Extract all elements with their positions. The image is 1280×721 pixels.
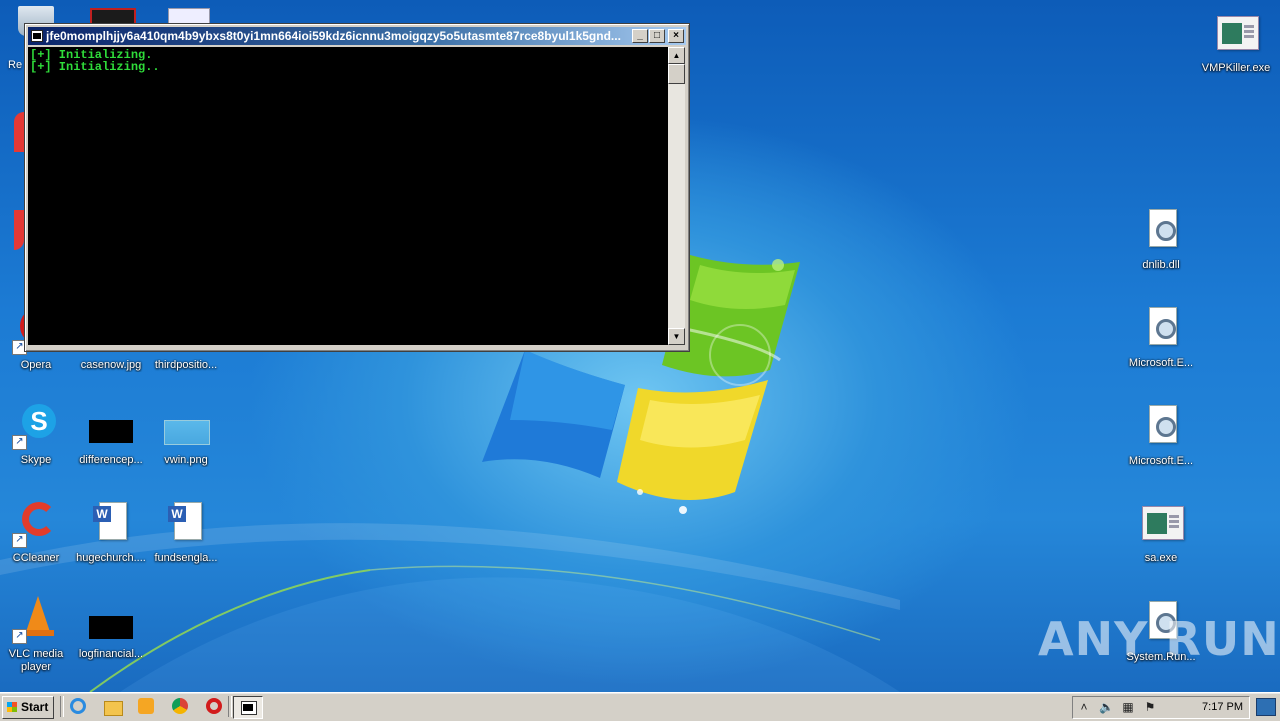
desktop-icon-label: vwin.png <box>164 454 208 466</box>
network-icon[interactable]: ▦ <box>1121 701 1135 714</box>
app-shortcut-icon[interactable] <box>14 112 24 152</box>
chrome-shortcut-icon[interactable] <box>14 210 24 250</box>
dll-icon <box>1137 403 1185 451</box>
shortcut-arrow-icon: ↗ <box>12 533 27 548</box>
desktop-icon-label: sa.exe <box>1144 552 1178 564</box>
console-window[interactable]: jfe0momplhjjy6a410qm4b9ybxs8t0yi1mn664io… <box>24 23 690 352</box>
desktop-icon-dnlib[interactable]: dnlib.dll <box>1123 207 1199 272</box>
system-tray: ˄ 🔈 ▦ ⚑ 7:17 PM <box>1072 696 1250 719</box>
desktop-icon-vwin[interactable]: vwin.png <box>148 402 224 467</box>
scroll-up-button[interactable]: ▲ <box>668 47 685 64</box>
taskbar-separator <box>60 696 64 717</box>
exe-icon <box>1212 10 1260 58</box>
start-label: Start <box>21 700 49 714</box>
desktop-icon-label: VMPKiller.exe <box>1201 62 1271 74</box>
desktop-icon-label: differencep... <box>79 454 143 466</box>
explorer-folder-icon[interactable] <box>104 698 123 716</box>
chrome-icon[interactable] <box>172 698 190 716</box>
windows-flag-icon <box>7 702 17 712</box>
image-icon <box>87 596 135 644</box>
desktop-icon-label: casenow.jpg <box>80 359 142 371</box>
desktop-icon-label: dnlib.dll <box>1142 259 1180 271</box>
action-center-flag-icon[interactable]: ⚑ <box>1143 701 1157 714</box>
taskbar-separator <box>228 696 232 717</box>
opera-icon[interactable] <box>206 698 224 716</box>
show-desktop-icon[interactable] <box>1256 698 1276 716</box>
desktop-icon-label: thirdpositio... <box>154 359 218 371</box>
desktop-icon-label: CCleaner <box>12 552 60 564</box>
chevron-up-icon[interactable]: ˄ <box>1077 701 1091 714</box>
exe-icon <box>1137 500 1185 548</box>
desktop-icon-label: Microsoft.E... <box>1128 455 1194 467</box>
maximize-button[interactable]: □ <box>649 29 665 43</box>
desktop-icon-label: Microsoft.E... <box>1128 357 1194 369</box>
desktop-icon-microsoft-e-2[interactable]: Microsoft.E... <box>1123 403 1199 468</box>
dll-icon <box>1137 305 1185 353</box>
console-output[interactable]: [+] Initializing. [+] Initializing.. <box>28 47 668 345</box>
desktop-icon-label: VLC media player <box>8 648 64 673</box>
taskbar-console-button[interactable] <box>233 696 263 719</box>
desktop-icon-skype[interactable]: S ↗ Skype <box>0 402 74 467</box>
image-icon <box>87 402 135 450</box>
desktop-icon-fundsengla[interactable]: W fundsengla... <box>148 500 224 565</box>
ie-icon[interactable] <box>70 698 88 716</box>
word-document-icon: W <box>87 500 135 548</box>
ccleaner-icon: ↗ <box>12 500 60 548</box>
console-icon <box>31 30 43 42</box>
desktop-icon-differencep[interactable]: differencep... <box>73 402 149 467</box>
start-button[interactable]: Start <box>2 696 54 719</box>
desktop-icon-label: Opera <box>20 359 52 371</box>
desktop-icon-label: Skype <box>20 454 52 466</box>
minimize-button[interactable]: _ <box>632 29 648 43</box>
desktop-icon-logfinancial[interactable]: logfinancial... <box>73 596 149 661</box>
console-line: [+] Initializing.. <box>30 60 160 74</box>
desktop-icon-label: hugechurch.... <box>76 552 146 564</box>
desktop-icon-label: Re <box>8 59 23 71</box>
desktop-icon-ccleaner[interactable]: ↗ CCleaner <box>0 500 74 565</box>
desktop-icon-sa-exe[interactable]: sa.exe <box>1123 500 1199 565</box>
desktop-icon-hugechurch[interactable]: W hugechurch.... <box>73 500 149 565</box>
desktop-icon-vlc[interactable]: ↗ VLC media player <box>0 596 74 674</box>
skype-icon: S ↗ <box>12 402 60 450</box>
vertical-scrollbar[interactable]: ▲ ▼ <box>668 47 685 345</box>
console-titlebar[interactable]: jfe0momplhjjy6a410qm4b9ybxs8t0yi1mn664io… <box>28 27 686 45</box>
vlc-icon: ↗ <box>12 596 60 644</box>
console-title: jfe0momplhjjy6a410qm4b9ybxs8t0yi1mn664io… <box>46 29 621 43</box>
shortcut-arrow-icon: ↗ <box>12 435 27 450</box>
scroll-down-button[interactable]: ▼ <box>668 328 685 345</box>
shortcut-arrow-icon: ↗ <box>12 629 27 644</box>
desktop-icon-vmpkiller[interactable]: VMPKiller.exe <box>1198 10 1274 75</box>
word-document-icon: W <box>162 500 210 548</box>
anyrun-watermark: ANY RUN <box>1038 612 1280 666</box>
close-button[interactable]: × <box>668 29 684 43</box>
media-player-icon[interactable] <box>138 698 156 716</box>
desktop-icon-label: logfinancial... <box>78 648 144 660</box>
dll-icon <box>1137 207 1185 255</box>
desktop-icon-label: fundsengla... <box>154 552 218 564</box>
image-icon <box>162 402 210 450</box>
scroll-thumb[interactable] <box>668 64 685 84</box>
clock[interactable]: 7:17 PM <box>1202 697 1243 718</box>
taskbar: Start ˄ 🔈 ▦ ⚑ 7:17 PM <box>0 692 1280 721</box>
speaker-icon[interactable]: 🔈 <box>1099 701 1114 714</box>
desktop-icon-microsoft-e-1[interactable]: Microsoft.E... <box>1123 305 1199 370</box>
